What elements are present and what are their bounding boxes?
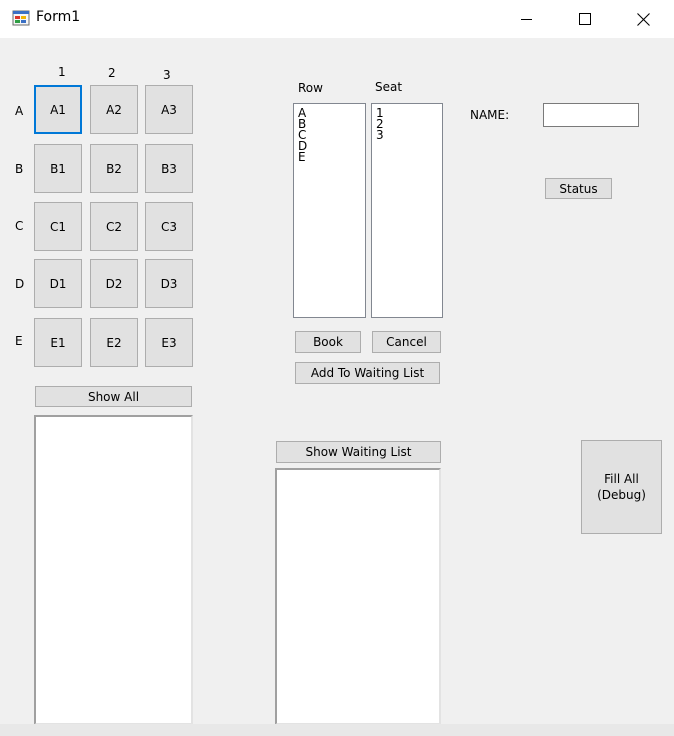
seat-button-a2[interactable]: A2 xyxy=(90,85,138,134)
winforms-app-icon xyxy=(12,10,30,26)
seat-button-d1[interactable]: D1 xyxy=(34,259,82,308)
status-button[interactable]: Status xyxy=(545,178,612,199)
column-label-2: 2 xyxy=(108,66,116,80)
show-all-button[interactable]: Show All xyxy=(35,386,192,407)
seat-button-e2[interactable]: E2 xyxy=(90,318,138,367)
all-seats-listbox[interactable] xyxy=(34,415,193,725)
seat-button-a1[interactable]: A1 xyxy=(34,85,82,134)
seat-button-b2[interactable]: B2 xyxy=(90,144,138,193)
seat-button-d2[interactable]: D2 xyxy=(90,259,138,308)
window-title: Form1 xyxy=(36,9,81,25)
fill-all-label: Fill All xyxy=(604,472,639,486)
maximize-button[interactable] xyxy=(556,0,614,38)
background-taskbar-strip xyxy=(0,724,674,736)
form-client-area: 1 2 3 A B C D E A1 A2 A3 B1 B2 B3 C1 C2 … xyxy=(0,38,674,736)
column-label-3: 3 xyxy=(163,68,171,82)
seat-button-c2[interactable]: C2 xyxy=(90,202,138,251)
title-bar[interactable]: Form1 xyxy=(0,0,674,38)
close-button[interactable] xyxy=(614,0,672,38)
row-listbox[interactable]: A B C D E xyxy=(293,103,366,318)
seat-list-label: Seat xyxy=(375,80,403,94)
maximize-icon xyxy=(579,13,591,25)
list-item[interactable]: 3 xyxy=(372,129,442,141)
seat-listbox[interactable]: 1 2 3 xyxy=(371,103,443,318)
name-label: NAME: xyxy=(470,108,510,122)
row-list-label: Row xyxy=(298,81,323,95)
seat-button-a3[interactable]: A3 xyxy=(145,85,193,134)
seat-button-c1[interactable]: C1 xyxy=(34,202,82,251)
fill-all-debug-button[interactable]: Fill All (Debug) xyxy=(581,440,662,534)
debug-label: (Debug) xyxy=(597,488,646,502)
minimize-button[interactable] xyxy=(498,0,556,38)
waiting-list-listbox[interactable] xyxy=(275,468,441,725)
add-to-waiting-list-button[interactable]: Add To Waiting List xyxy=(295,362,440,384)
seat-button-b1[interactable]: B1 xyxy=(34,144,82,193)
seat-button-d3[interactable]: D3 xyxy=(145,259,193,308)
seat-button-e3[interactable]: E3 xyxy=(145,318,193,367)
form1-window: Form1 1 2 3 A B C D E A1 A2 A3 B1 B2 B3 … xyxy=(0,0,674,736)
row-label-c: C xyxy=(15,219,24,233)
list-item[interactable]: E xyxy=(294,151,365,163)
row-label-a: A xyxy=(15,104,24,118)
row-label-b: B xyxy=(15,162,24,176)
column-label-1: 1 xyxy=(58,65,66,79)
book-button[interactable]: Book xyxy=(295,331,361,353)
close-icon xyxy=(636,12,650,26)
minimize-icon xyxy=(521,19,532,20)
seat-button-b3[interactable]: B3 xyxy=(145,144,193,193)
cancel-button[interactable]: Cancel xyxy=(372,331,441,353)
row-label-d: D xyxy=(15,277,25,291)
seat-button-e1[interactable]: E1 xyxy=(34,318,82,367)
row-label-e: E xyxy=(15,334,23,348)
seat-button-c3[interactable]: C3 xyxy=(145,202,193,251)
name-field[interactable] xyxy=(543,103,639,127)
show-waiting-list-button[interactable]: Show Waiting List xyxy=(276,441,441,463)
